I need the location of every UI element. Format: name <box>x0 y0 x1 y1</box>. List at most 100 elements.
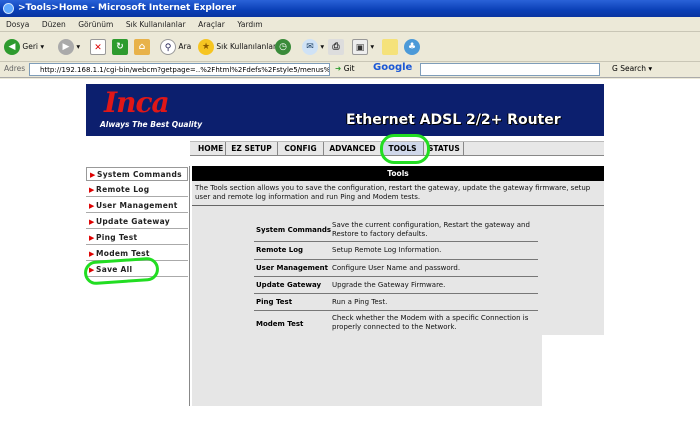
brand-slogan: Always The Best Quality <box>100 120 203 129</box>
messenger-icon: ♣ <box>404 39 420 55</box>
search-icon: ⚲ <box>160 39 176 55</box>
table-row: System Commands Save the current configu… <box>254 221 538 242</box>
sidebar-item-label: User Management <box>96 201 178 210</box>
address-label: Adres <box>4 64 26 73</box>
row-name: User Management <box>256 264 329 272</box>
row-description: Check whether the Modem with a specific … <box>332 314 529 331</box>
tab-status[interactable]: STATUS <box>424 142 464 155</box>
table-row: Update Gateway Upgrade the Gateway Firmw… <box>254 277 538 294</box>
menu-help[interactable]: Yardım <box>237 17 262 32</box>
row-description: Save the current configuration, Restart … <box>332 221 530 238</box>
menu-edit[interactable]: Düzen <box>42 17 66 32</box>
divider <box>192 205 604 206</box>
messenger-button[interactable]: ♣ <box>404 38 420 56</box>
favorites-button[interactable]: ★ Sık Kullanılanlar <box>198 38 276 56</box>
blank-pane <box>542 335 604 406</box>
tab-advanced[interactable]: ADVANCED <box>324 142 382 155</box>
history-button[interactable]: ◷ <box>275 38 291 56</box>
edit-icon: ▣ <box>352 39 368 55</box>
menu-view[interactable]: Görünüm <box>78 17 113 32</box>
star-icon: ★ <box>198 39 214 55</box>
google-logo: Google <box>373 62 412 73</box>
go-button[interactable]: ➜ Git <box>335 64 355 73</box>
menu-favorites[interactable]: Sık Kullanılanlar <box>126 17 186 32</box>
row-description: Upgrade the Gateway Firmware. <box>332 281 446 289</box>
sidebar-item-update-gateway[interactable]: ▶ Update Gateway <box>86 215 188 229</box>
refresh-button[interactable]: ↻ <box>112 38 128 56</box>
arrow-right-icon: ▶ <box>89 250 95 258</box>
sidebar: ▶ System Commands ▶ Remote Log ▶ User Manag… <box>86 166 190 406</box>
sidebar-item-label: Remote Log <box>96 185 150 194</box>
sidebar-item-user-management[interactable]: ▶ User Management <box>86 199 188 213</box>
back-arrow-icon: ◀ <box>4 39 20 55</box>
home-icon: ⌂ <box>134 39 150 55</box>
edit-button[interactable]: ▣ ▾ <box>352 38 374 56</box>
product-name: Ethernet ADSL 2/2+ Router <box>346 112 561 128</box>
row-description: Configure User Name and password. <box>332 264 461 272</box>
row-name: Ping Test <box>256 298 293 306</box>
menu-tools[interactable]: Araçlar <box>198 17 225 32</box>
refresh-icon: ↻ <box>112 39 128 55</box>
go-label: Git <box>343 64 355 73</box>
print-icon: ⎙ <box>328 39 344 55</box>
favorites-label: Sık Kullanılanlar <box>216 42 277 51</box>
window-title-bar: >Tools>Home - Microsoft Internet Explore… <box>0 0 700 17</box>
arrow-right-icon: ▶ <box>89 186 95 194</box>
row-description: Run a Ping Test. <box>332 298 388 306</box>
row-name: Update Gateway <box>256 281 322 289</box>
google-search-label: Search <box>620 64 646 73</box>
discuss-button[interactable] <box>382 38 398 56</box>
menu-bar: Dosya Düzen Görünüm Sık Kullanılanlar Ar… <box>0 17 700 32</box>
google-search-icon: G <box>612 64 618 73</box>
panel-intro: The Tools section allows you to save the… <box>195 184 591 201</box>
row-name: Remote Log <box>256 246 304 254</box>
back-button[interactable]: ◀ Geri ▾ <box>4 38 44 56</box>
forward-button[interactable]: ▶ ▾ <box>58 38 80 56</box>
internet-explorer-icon <box>3 3 14 14</box>
sidebar-item-remote-log[interactable]: ▶ Remote Log <box>86 183 188 197</box>
sidebar-item-ping-test[interactable]: ▶ Ping Test <box>86 231 188 245</box>
row-description: Setup Remote Log Information. <box>332 246 442 254</box>
stop-icon: ✕ <box>90 39 106 55</box>
sidebar-item-label: System Commands <box>97 170 182 179</box>
brand-logo: Inca <box>104 86 170 119</box>
highlight-circle <box>380 134 430 164</box>
row-name: System Commands <box>256 226 332 234</box>
sidebar-item-label: Update Gateway <box>96 217 170 226</box>
table-row: Modem Test Check whether the Modem with … <box>254 311 538 335</box>
mail-button[interactable]: ✉ ▾ <box>302 38 324 56</box>
browser-toolbar: ◀ Geri ▾ ▶ ▾ ✕ ↻ ⌂ ⚲ Ara ★ Sık Kullanıla… <box>0 32 700 62</box>
mail-icon: ✉ <box>302 39 318 55</box>
arrow-right-icon: ▶ <box>89 202 95 210</box>
row-name: Modem Test <box>256 320 304 328</box>
search-label: Ara <box>178 42 192 51</box>
search-button[interactable]: ⚲ Ara <box>160 38 191 56</box>
arrow-right-icon: ▶ <box>90 171 96 179</box>
top-navigation: HOME EZ SETUP CONFIG ADVANCED TOOLS STAT… <box>86 136 604 160</box>
go-arrow-icon: ➜ <box>335 64 342 73</box>
table-row: User Management Configure User Name and … <box>254 260 538 277</box>
history-icon: ◷ <box>275 39 291 55</box>
print-button[interactable]: ⎙ <box>328 38 344 56</box>
tab-home[interactable]: HOME <box>194 142 226 155</box>
address-bar: Adres http://192.168.1.1/cgi-bin/webcm?g… <box>0 62 700 78</box>
sidebar-item-label: Ping Test <box>96 233 138 242</box>
address-input[interactable]: http://192.168.1.1/cgi-bin/webcm?getpage… <box>29 63 330 76</box>
table-row: Ping Test Run a Ping Test. <box>254 294 538 311</box>
menu-file[interactable]: Dosya <box>6 17 29 32</box>
panel-title: Tools <box>192 166 604 181</box>
forward-arrow-icon: ▶ <box>58 39 74 55</box>
back-label: Geri <box>22 42 38 51</box>
arrow-right-icon: ▶ <box>89 218 95 226</box>
sidebar-item-system-commands[interactable]: ▶ System Commands <box>86 167 188 181</box>
google-search-input[interactable] <box>420 63 600 76</box>
stop-button[interactable]: ✕ <box>90 38 106 56</box>
google-label: Google <box>373 62 413 73</box>
table-row: Remote Log Setup Remote Log Information. <box>254 242 538 260</box>
page-margin <box>604 84 700 435</box>
tab-config[interactable]: CONFIG <box>278 142 324 155</box>
window-title: >Tools>Home - Microsoft Internet Explore… <box>18 3 237 13</box>
tab-ez-setup[interactable]: EZ SETUP <box>226 142 278 155</box>
home-button[interactable]: ⌂ <box>134 38 150 56</box>
google-search-button[interactable]: G Search ▾ <box>612 64 652 73</box>
